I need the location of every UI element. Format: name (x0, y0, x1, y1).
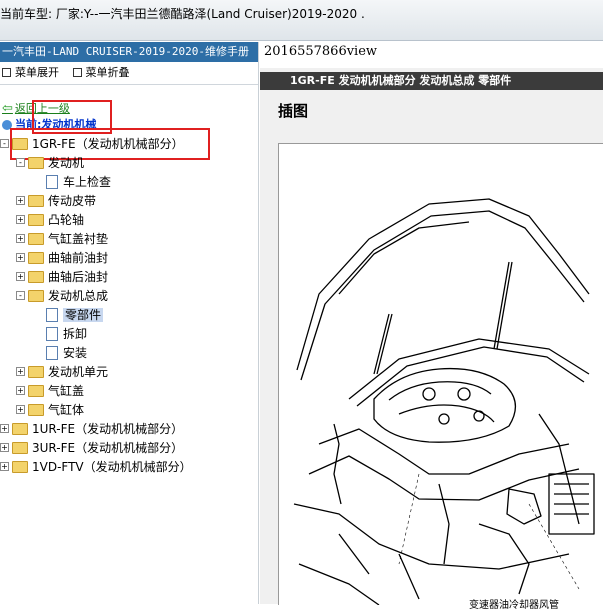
tree-item-label: 零部件 (63, 308, 104, 322)
tree-item[interactable]: + 凸轮轴 (16, 211, 84, 230)
engine-bay-drawing (293, 198, 595, 605)
expand-node-icon[interactable]: + (0, 424, 9, 433)
collapse-node-icon[interactable]: - (16, 158, 25, 167)
tree-item[interactable]: + 发动机单元 (16, 363, 108, 382)
tree-item-label: 安装 (63, 346, 88, 360)
manual-header: 一汽丰田-LAND CRUISER-2019-2020-维修手册 (0, 42, 258, 62)
tree-item-label: 1UR-FE（发动机机械部分） (32, 422, 184, 436)
tree-item-label: 曲轴前油封 (48, 251, 109, 265)
tree-item[interactable]: 拆卸 (34, 325, 87, 344)
folder-icon (28, 156, 44, 169)
expand-node-icon[interactable]: + (0, 462, 9, 471)
tree-item-label: 发动机单元 (48, 365, 109, 379)
folder-icon (28, 251, 44, 264)
tree-item-label: 发动机总成 (48, 289, 109, 303)
expand-node-icon[interactable]: + (16, 386, 25, 395)
folder-icon (28, 289, 44, 302)
tree-item[interactable]: + 曲轴前油封 (16, 249, 108, 268)
document-icon (46, 307, 58, 322)
vehicle-title: 当前车型: 厂家:Y--一汽丰田兰德酷路泽(Land Cruiser)2019-… (0, 7, 365, 21)
document-banner: 1GR-FE 发动机机械部分 发动机总成 零部件 (260, 72, 603, 90)
tree-item-label: 3UR-FE（发动机机械部分） (32, 441, 184, 455)
expand-node-icon[interactable]: + (16, 215, 25, 224)
expand-node-icon[interactable]: + (16, 234, 25, 243)
collapse-node-icon[interactable]: - (16, 291, 25, 300)
tree-item[interactable]: - 1GR-FE（发动机机械部分） (0, 135, 184, 154)
engine-illustration: 变速器油冷却器风管 (278, 143, 603, 611)
expand-node-icon[interactable]: + (16, 405, 25, 414)
back-arrow-icon: ⇦ (2, 101, 13, 116)
expand-node-icon[interactable]: + (16, 367, 25, 376)
document-icon (46, 174, 58, 189)
tree-item-label: 传动皮带 (48, 194, 97, 208)
tree-item[interactable]: + 传动皮带 (16, 192, 96, 211)
tree-item[interactable]: + 曲轴后油封 (16, 268, 108, 287)
tree-item[interactable]: 车上检查 (34, 173, 111, 192)
tree-item-label: 发动机 (48, 156, 85, 170)
tree-item-label: 气缸体 (48, 403, 85, 417)
expand-node-icon[interactable]: + (16, 272, 25, 281)
tree-item-label: 气缸盖 (48, 384, 85, 398)
tree-item[interactable]: 零部件 (34, 306, 104, 325)
tree-item[interactable]: + 气缸盖衬垫 (16, 230, 108, 249)
tree-item-label: 1GR-FE（发动机机械部分） (32, 137, 184, 151)
expand-node-icon[interactable]: + (16, 196, 25, 205)
expand-node-icon[interactable]: + (16, 253, 25, 262)
folder-icon (28, 232, 44, 245)
document-icon (46, 326, 58, 341)
folder-icon (28, 194, 44, 207)
collapse-node-icon[interactable]: - (0, 139, 9, 148)
expand-all-button[interactable]: 菜单展开 (2, 62, 59, 84)
folder-icon (12, 441, 28, 454)
folder-icon (12, 460, 28, 473)
tree-item[interactable]: + 气缸盖 (16, 382, 84, 401)
tree-item[interactable]: - 发动机总成 (16, 287, 108, 306)
view-id: 2016557866view (264, 44, 378, 59)
folder-icon (28, 213, 44, 226)
document-icon (46, 345, 58, 360)
folder-icon (28, 403, 44, 416)
tree-item-label: 1VD-FTV（发动机机械部分） (32, 460, 192, 474)
tree-item-label: 车上检查 (63, 175, 112, 189)
tree-item[interactable]: +3UR-FE（发动机机械部分） (0, 439, 183, 458)
navigation-pane: 一汽丰田-LAND CRUISER-2019-2020-维修手册 菜单展开 菜单… (0, 42, 259, 604)
tree-item[interactable]: - 发动机 (16, 154, 84, 173)
menu-toolbar: 菜单展开 菜单折叠 (0, 62, 258, 85)
folder-icon (12, 137, 28, 150)
tree-item[interactable]: +1VD-FTV（发动机机械部分） (0, 458, 192, 477)
tree-item[interactable]: + 气缸体 (16, 401, 84, 420)
tree-item[interactable]: +1UR-FE（发动机机械部分） (0, 420, 183, 439)
folder-icon (28, 384, 44, 397)
collapse-all-button[interactable]: 菜单折叠 (72, 62, 130, 84)
folder-icon (12, 422, 28, 435)
expand-icon (2, 67, 11, 77)
window-titlebar: 当前车型: 厂家:Y--一汽丰田兰德酷路泽(Land Cruiser)2019-… (0, 0, 603, 41)
expand-node-icon[interactable]: + (0, 443, 9, 452)
document-area: 1GR-FE 发动机机械部分 发动机总成 零部件 插图 变速器油冷却器风管 (260, 68, 603, 611)
folder-icon (28, 270, 44, 283)
content-pane: 2016557866view 1GR-FE 发动机机械部分 发动机总成 零部件 … (260, 42, 603, 611)
collapse-icon (72, 67, 82, 77)
folder-icon (28, 365, 44, 378)
document-heading: 插图 (278, 102, 309, 120)
tree-item-label: 凸轮轴 (48, 213, 85, 227)
tree-item[interactable]: 安装 (34, 344, 87, 363)
tree-item-label: 气缸盖衬垫 (48, 232, 109, 246)
tree-item-label: 拆卸 (63, 327, 88, 341)
tree-item-label: 曲轴后油封 (48, 270, 109, 284)
